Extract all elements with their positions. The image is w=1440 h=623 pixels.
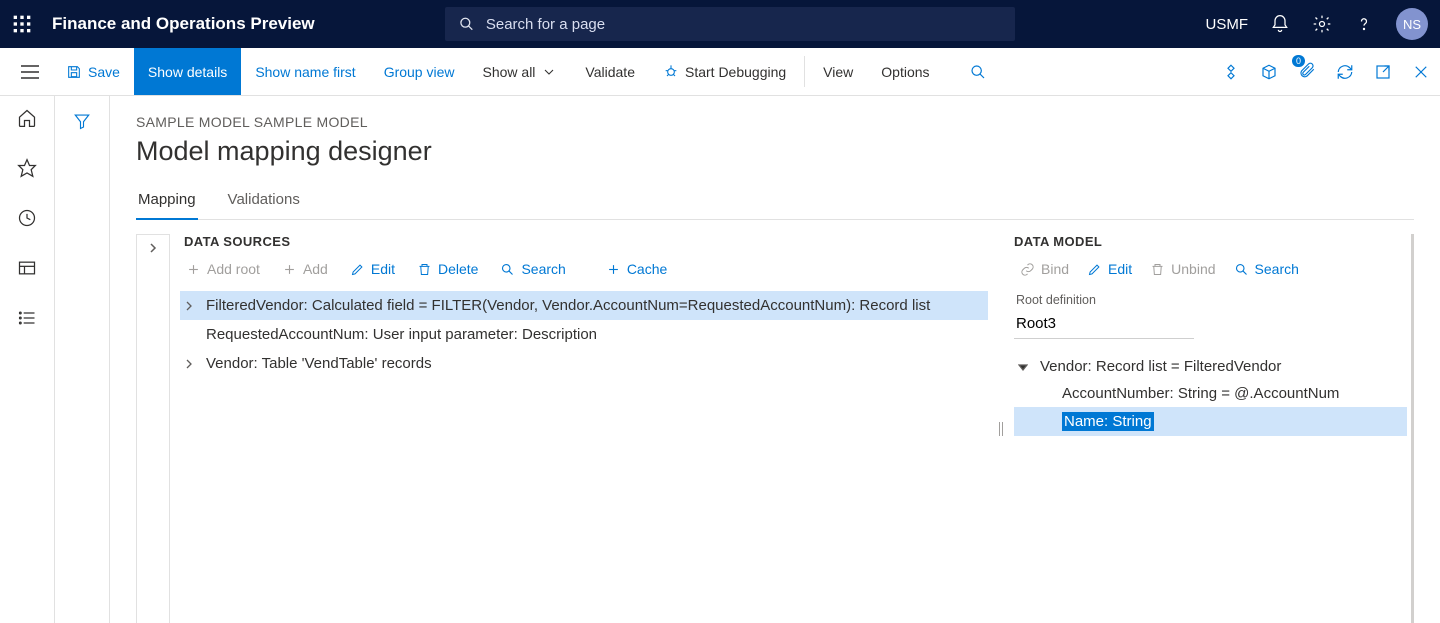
save-button[interactable]: Save	[52, 48, 134, 95]
add-root-button[interactable]: Add root	[186, 261, 260, 277]
home-icon[interactable]	[17, 108, 37, 128]
show-name-first-button[interactable]: Show name first	[241, 48, 369, 95]
chevron-right-icon	[148, 243, 158, 253]
debug-icon	[663, 64, 679, 80]
workspace-icon[interactable]	[17, 258, 37, 278]
delete-button[interactable]: Delete	[417, 261, 478, 277]
dm-tree-row[interactable]: AccountNumber: String = @.AccountNum	[1014, 380, 1407, 407]
chevron-right-icon	[184, 359, 194, 369]
validate-button[interactable]: Validate	[571, 48, 649, 95]
dm-tree-label: Vendor: Record list = FilteredVendor	[1040, 358, 1281, 375]
bind-button[interactable]: Bind	[1020, 261, 1069, 277]
group-view-button[interactable]: Group view	[370, 48, 469, 95]
star-icon[interactable]	[17, 158, 37, 178]
attachment-button[interactable]: 0	[1298, 61, 1316, 82]
dm-edit-button[interactable]: Edit	[1087, 261, 1132, 277]
search-input[interactable]	[486, 16, 1001, 33]
help-icon[interactable]	[1354, 14, 1374, 34]
breadcrumb: SAMPLE MODEL SAMPLE MODEL	[136, 114, 1414, 130]
list-icon[interactable]	[17, 308, 37, 328]
tree-row[interactable]: RequestedAccountNum: User input paramete…	[180, 320, 988, 349]
gear-icon[interactable]	[1312, 14, 1332, 34]
diamond-icon[interactable]	[1222, 63, 1240, 81]
global-search[interactable]	[445, 7, 1015, 41]
start-debugging-button[interactable]: Start Debugging	[649, 48, 800, 95]
data-model-tree: Vendor: Record list = FilteredVendor Acc…	[1014, 353, 1407, 436]
bell-icon[interactable]	[1270, 14, 1290, 34]
refresh-icon[interactable]	[1336, 63, 1354, 81]
data-model-heading: DATA MODEL	[1014, 234, 1407, 249]
dm-tree-row[interactable]: Name: String	[1014, 407, 1407, 436]
tab-validations[interactable]: Validations	[226, 185, 302, 219]
tree-row-label: FilteredVendor: Calculated field = FILTE…	[206, 297, 930, 314]
tree-row-label: RequestedAccountNum: User input paramete…	[206, 326, 597, 343]
dm-tree-label: AccountNumber: String = @.AccountNum	[1062, 385, 1339, 402]
data-sources-heading: DATA SOURCES	[180, 234, 988, 249]
tree-row-label: Vendor: Table 'VendTable' records	[206, 355, 432, 372]
waffle-icon[interactable]	[12, 14, 32, 34]
data-sources-tree: FilteredVendor: Calculated field = FILTE…	[180, 291, 988, 378]
close-icon[interactable]	[1412, 63, 1430, 81]
chevron-right-icon	[184, 301, 194, 311]
dm-tree-row[interactable]: Vendor: Record list = FilteredVendor	[1014, 353, 1407, 380]
page-tabs: Mapping Validations	[136, 185, 1414, 220]
company-label[interactable]: USMF	[1206, 16, 1249, 33]
options-button[interactable]: Options	[867, 48, 943, 95]
tree-row[interactable]: Vendor: Table 'VendTable' records	[180, 349, 988, 378]
popout-icon[interactable]	[1374, 63, 1392, 81]
top-bar: Finance and Operations Preview USMF NS	[0, 0, 1440, 48]
tab-mapping[interactable]: Mapping	[136, 185, 198, 220]
dm-tree-label: Name: String	[1062, 412, 1154, 431]
action-search-button[interactable]	[944, 48, 1000, 95]
unbind-button[interactable]: Unbind	[1150, 261, 1215, 277]
root-definition-label: Root definition	[1016, 293, 1407, 307]
box-icon[interactable]	[1260, 63, 1278, 81]
ds-search-button[interactable]: Search	[500, 261, 565, 277]
filter-rail	[55, 96, 110, 623]
show-all-dropdown[interactable]: Show all	[469, 48, 572, 95]
edit-button[interactable]: Edit	[350, 261, 395, 277]
show-details-button[interactable]: Show details	[134, 48, 241, 95]
avatar[interactable]: NS	[1396, 8, 1428, 40]
clock-icon[interactable]	[17, 208, 37, 228]
chevron-down-icon	[1018, 362, 1028, 372]
cache-button[interactable]: Cache	[606, 261, 667, 277]
nav-toggle-button[interactable]	[8, 48, 52, 95]
column-splitter[interactable]	[988, 234, 1014, 623]
root-definition-input[interactable]	[1014, 311, 1194, 339]
search-icon	[970, 64, 986, 80]
chevron-down-icon	[541, 64, 557, 80]
page-title: Model mapping designer	[136, 136, 1414, 167]
panel-expander[interactable]	[136, 234, 170, 623]
dm-search-button[interactable]: Search	[1234, 261, 1299, 277]
app-title: Finance and Operations Preview	[52, 14, 315, 34]
search-icon	[459, 16, 474, 32]
left-nav-rail	[0, 96, 55, 623]
add-button[interactable]: Add	[282, 261, 328, 277]
action-bar: Save Show details Show name first Group …	[0, 48, 1440, 96]
view-button[interactable]: View	[809, 48, 867, 95]
filter-icon[interactable]	[73, 112, 91, 130]
tree-row[interactable]: FilteredVendor: Calculated field = FILTE…	[180, 291, 988, 320]
